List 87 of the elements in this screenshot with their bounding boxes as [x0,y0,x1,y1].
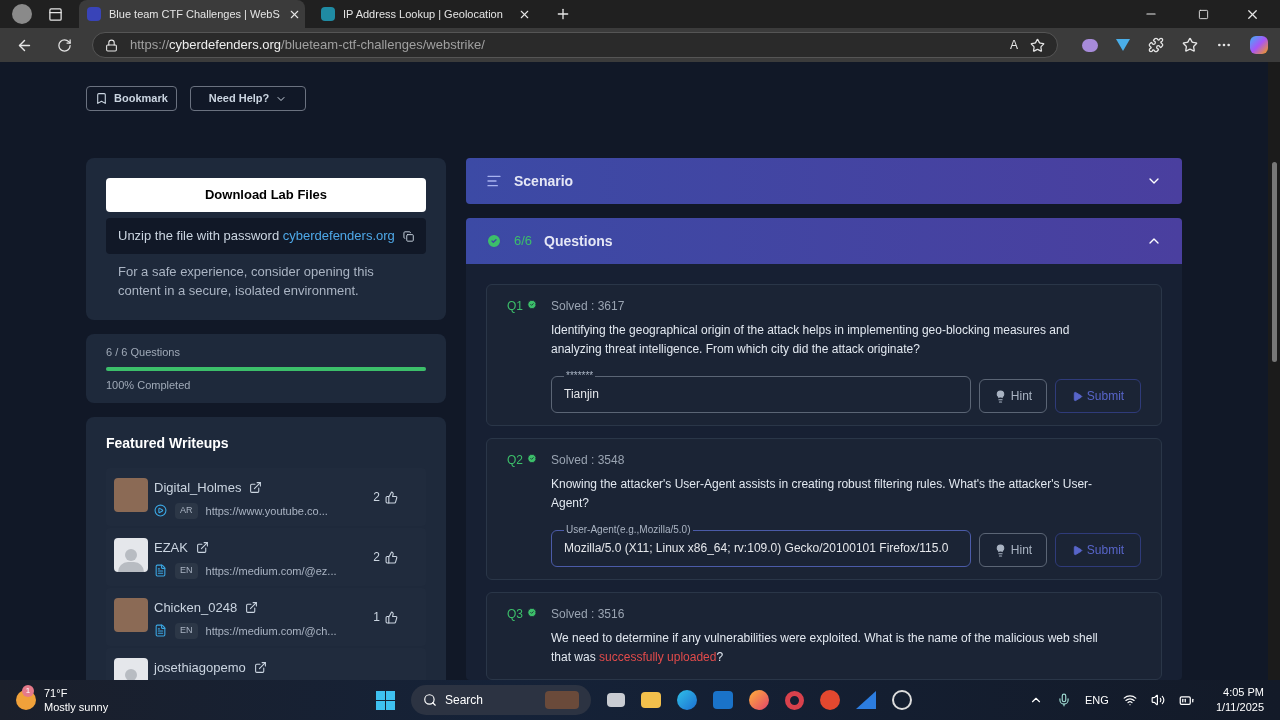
new-tab-icon[interactable] [555,6,571,22]
address-bar[interactable]: https://cyberdefenders.org/blueteam-ctf-challenges/webstrike/ A [92,32,1058,58]
field-label: User-Agent(e.g.,Mozilla/5.0) [565,525,692,535]
url-text: https://cyberdefenders.org/blueteam-ctf-challenges/webstrike/ [130,36,486,55]
field-label: ******* [565,371,595,381]
answer-field[interactable]: ******* Tianjin [551,371,971,413]
weather-condition: Mostly sunny [44,700,109,714]
language-badge: EN [175,563,198,579]
lock-icon [105,38,118,52]
author-name: josethiagopemo [154,659,246,677]
external-link-icon[interactable] [245,601,259,615]
completed-text: 100% Completed [106,377,192,393]
volume-icon [1150,693,1165,707]
writeup-url: https://www.youtube.co... [205,503,328,519]
clock-time: 4:05 PM [1223,685,1264,700]
question-text: Identifying the geographical origin of the attack helps in implementing geo-blocking measures and analyzing threat intelligence. From which city did the attack originate? [551,322,1071,358]
favorites-icon[interactable] [1182,37,1198,53]
solved-count: Solved : 3548 [551,452,626,469]
extensions-icon[interactable] [1148,37,1164,53]
answer-input[interactable]: Tianjin [564,385,958,403]
solved-count: Solved : 3516 [551,606,626,623]
author-name: Chicken_0248 [154,599,238,617]
questions-count: 6/6 [514,232,533,251]
language-badge: AR [175,503,198,519]
external-link-icon[interactable] [249,481,263,495]
hint-button[interactable]: Hint [979,379,1047,413]
scenario-header[interactable]: Scenario [466,158,1182,204]
play-icon [1071,544,1083,556]
question-text: We need to determine if any vulnerabilities were exploited. What is the name of the malicious web shell that was successfully uploaded? [551,630,1099,666]
taskbar-search[interactable]: Search [411,685,591,715]
question-number: Q1 [507,298,523,315]
tab-favicon-icon [87,7,101,21]
like-count: 1 [373,609,380,626]
hint-button[interactable]: Hint [979,533,1047,567]
video-icon [154,504,167,518]
refresh-icon[interactable] [57,37,72,53]
search-icon [423,693,437,707]
tab-favicon-icon [321,7,335,21]
scenario-title: Scenario [514,171,575,191]
external-link-icon[interactable] [195,541,209,555]
favorite-star-icon[interactable] [1030,37,1045,53]
clock-date: 1/11/2025 [1215,700,1264,715]
like-count: 2 [373,549,380,566]
question-text: Knowing the attacker's User-Agent assists in creating robust filtering rules. What's the attacker's User-Agent? [551,476,1094,512]
temperature-text: 71°F [44,686,69,700]
maximize-icon[interactable] [1198,8,1209,20]
thumbs-up-icon[interactable] [385,550,398,564]
play-icon [1071,390,1083,402]
external-link-icon[interactable] [253,661,267,675]
article-icon [154,624,167,638]
browser-tab[interactable]: Blue team CTF Challenges | WebS [79,0,305,28]
wifi-icon [1122,693,1137,707]
password-text: Unzip the file with password cyberdefenders.org [118,227,395,246]
questions-count: 6 / 6 Questions [106,345,181,360]
writeup-url: https://medium.com/@ch... [205,623,337,639]
question-number: Q3 [507,606,523,623]
answer-field[interactable]: User-Agent(e.g.,Mozilla/5.0) Mozilla/5.0 (X11; Linux x86_64; rv:109.0) Gecko/20100101 Firefox/115.0 [551,525,971,567]
microphone-icon[interactable] [1057,693,1072,707]
solved-count: Solved : 3617 [551,298,626,315]
read-aloud-icon[interactable]: A [1010,36,1018,54]
list-icon [486,173,502,189]
writeup-url: https://medium.com/@ez... [205,563,337,579]
start-icon[interactable] [376,690,395,710]
task-view-icon[interactable] [607,693,625,707]
article-icon [154,564,167,578]
download-button[interactable]: Download Lab Files [106,178,426,212]
questions-title: Questions [544,231,614,251]
writeups-title: Featured Writeups [106,434,230,453]
author-name: Digital_Holmes [154,479,242,497]
notification-badge: 1 [22,685,34,697]
bookmark-button[interactable]: Bookmark [86,86,177,111]
help-dropdown[interactable]: Need Help? [190,86,306,111]
language-badge: EN [175,623,198,639]
profile-avatar-icon[interactable] [12,4,32,24]
thumbs-up-icon[interactable] [385,490,398,504]
safety-note: For a safe experience, consider opening this content in a secure, isolated environment. [117,263,375,300]
answer-input[interactable]: Mozilla/5.0 (X11; Linux x86_64; rv:109.0) Gecko/20100101 Firefox/115.0 [564,539,958,557]
bookmark-icon [95,92,109,105]
language-indicator[interactable]: ENG [1085,691,1109,709]
browser-tab[interactable]: IP Address Lookup | Geolocation [313,0,539,28]
question-number: Q2 [507,452,523,469]
thumbs-up-icon[interactable] [385,610,398,624]
questions-header[interactable]: 6/6 Questions [466,218,1182,264]
tab-actions-icon[interactable] [48,6,63,22]
author-name: EZAK [154,539,188,557]
copy-icon[interactable] [402,228,414,244]
like-count: 2 [373,489,380,506]
